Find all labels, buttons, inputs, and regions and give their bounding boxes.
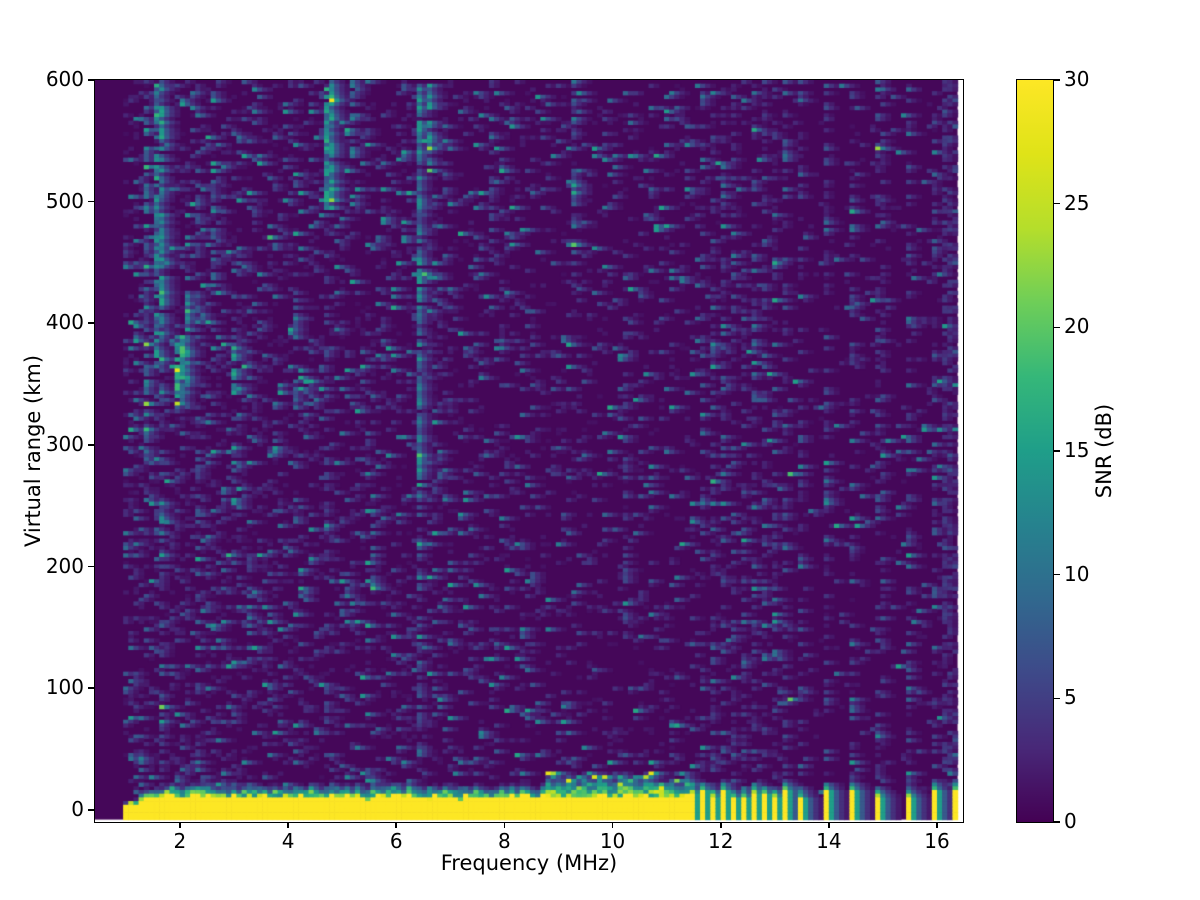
ionogram-heatmap <box>95 80 963 822</box>
y-tick-label: 500 <box>20 189 84 213</box>
ionogram-figure: IRF Uppsala SDR Ionosonde UP158 2025-11-… <box>0 0 1200 900</box>
y-tick-mark <box>88 322 94 324</box>
colorbar-tick-label: 30 <box>1064 67 1089 91</box>
x-tick-mark <box>828 822 830 828</box>
colorbar-tick-label: 10 <box>1064 562 1089 586</box>
y-tick-mark <box>88 201 94 203</box>
y-tick-mark <box>88 687 94 689</box>
x-tick-label: 14 <box>816 829 841 853</box>
colorbar-tick-label: 5 <box>1064 685 1077 709</box>
colorbar-tick-mark <box>1054 698 1060 700</box>
colorbar-tick-mark <box>1054 79 1060 81</box>
x-axis-label: Frequency (MHz) <box>95 851 963 875</box>
x-tick-mark <box>395 822 397 828</box>
x-tick-label: 16 <box>924 829 949 853</box>
colorbar-tick-mark <box>1054 821 1060 823</box>
y-tick-mark <box>88 444 94 446</box>
colorbar-tick-mark <box>1054 327 1060 329</box>
y-tick-label: 400 <box>20 310 84 334</box>
colorbar-tick-label: 15 <box>1064 438 1089 462</box>
x-tick-label: 2 <box>174 829 187 853</box>
colorbar-tick-label: 25 <box>1064 191 1089 215</box>
colorbar <box>1016 79 1054 823</box>
x-tick-mark <box>287 822 289 828</box>
y-tick-label: 0 <box>20 797 84 821</box>
x-tick-mark <box>936 822 938 828</box>
plot-area <box>94 79 964 823</box>
y-tick-label: 100 <box>20 675 84 699</box>
x-tick-label: 4 <box>282 829 295 853</box>
y-tick-mark <box>88 809 94 811</box>
x-tick-label: 6 <box>390 829 403 853</box>
colorbar-label: SNR (dB) <box>1092 404 1116 498</box>
colorbar-tick-label: 0 <box>1064 809 1077 833</box>
y-tick-mark <box>88 79 94 81</box>
colorbar-tick-mark <box>1054 450 1060 452</box>
y-tick-label: 200 <box>20 554 84 578</box>
colorbar-tick-mark <box>1054 203 1060 205</box>
colorbar-tick-mark <box>1054 574 1060 576</box>
colorbar-tick-label: 20 <box>1064 314 1089 338</box>
y-axis-label: Virtual range (km) <box>21 355 45 547</box>
x-tick-mark <box>504 822 506 828</box>
x-tick-label: 12 <box>708 829 733 853</box>
y-tick-label: 600 <box>20 67 84 91</box>
x-tick-mark <box>179 822 181 828</box>
x-tick-label: 10 <box>600 829 625 853</box>
x-tick-label: 8 <box>498 829 511 853</box>
x-tick-mark <box>612 822 614 828</box>
x-tick-mark <box>720 822 722 828</box>
y-tick-mark <box>88 566 94 568</box>
